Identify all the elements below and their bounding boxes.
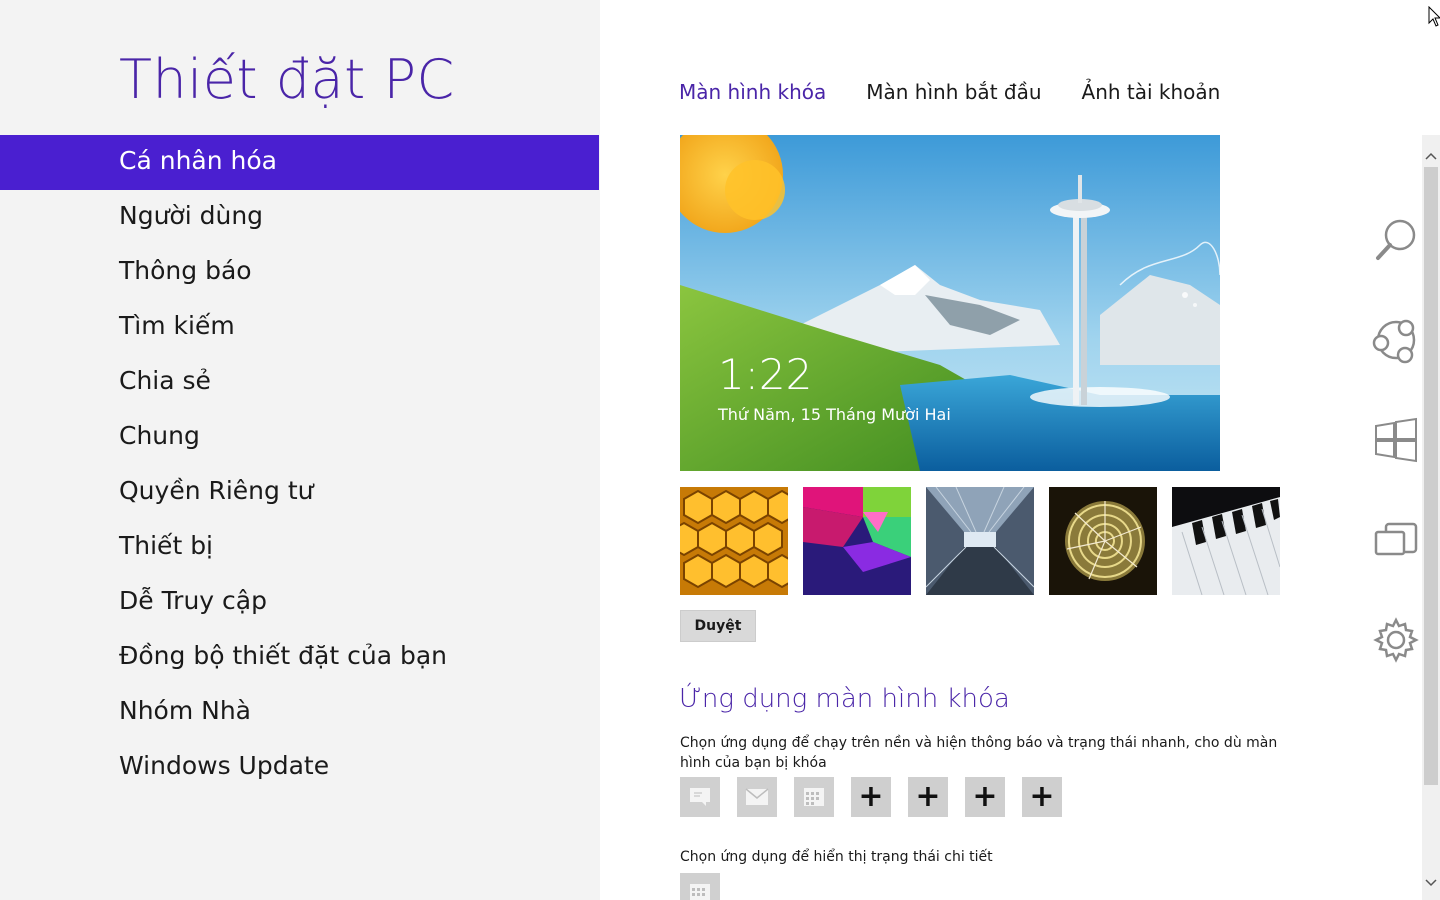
thumbnail-nautilus[interactable]	[1049, 487, 1157, 595]
tab-account-picture[interactable]: Ảnh tài khoản	[1082, 80, 1221, 104]
lock-screen-preview: 1:22 Thứ Năm, 15 Tháng Mười Hai	[680, 135, 1220, 471]
add-lock-app-button-1[interactable]: +	[851, 777, 891, 817]
sidebar-item-share[interactable]: Chia sẻ	[0, 355, 599, 410]
sidebar: Thiết đặt PC Cá nhân hóa Người dùng Thôn…	[0, 0, 600, 900]
detailed-status-app-calendar[interactable]	[680, 873, 720, 900]
nautilus-image	[1049, 487, 1157, 595]
sidebar-item-devices[interactable]: Thiết bị	[0, 520, 599, 575]
tunnel-image	[926, 487, 1034, 595]
page-title: Thiết đặt PC	[119, 48, 455, 111]
sidebar-item-windows-update[interactable]: Windows Update	[0, 740, 599, 795]
messaging-icon	[690, 788, 710, 806]
thumbnail-honeycomb[interactable]	[680, 487, 788, 595]
calendar-icon	[690, 884, 710, 900]
content-pane: Màn hình khóa Màn hình bắt đầu Ảnh tài k…	[600, 0, 1422, 900]
pc-settings-window: Thiết đặt PC Cá nhân hóa Người dùng Thôn…	[0, 0, 1440, 900]
mouse-pointer-icon	[1428, 5, 1440, 28]
lock-apps-title: Ứng dụng màn hình khóa	[679, 684, 1010, 714]
sidebar-item-general[interactable]: Chung	[0, 410, 599, 465]
plus-icon: +	[858, 779, 884, 814]
tab-start-screen[interactable]: Màn hình bắt đầu	[866, 80, 1041, 104]
plus-icon: +	[972, 779, 998, 814]
lock-apps-description: Chọn ứng dụng để chạy trên nền và hiện t…	[680, 735, 1278, 771]
sidebar-item-users[interactable]: Người dùng	[0, 190, 599, 245]
browse-button[interactable]: Duyệt	[680, 610, 756, 642]
geometric-image	[803, 487, 911, 595]
search-charm-icon[interactable]	[1366, 210, 1426, 270]
plus-icon: +	[915, 779, 941, 814]
tab-bar: Màn hình khóa Màn hình bắt đầu Ảnh tài k…	[679, 80, 1220, 104]
calendar-icon	[804, 788, 824, 806]
add-lock-app-button-2[interactable]: +	[908, 777, 948, 817]
lock-app-messaging[interactable]	[680, 777, 720, 817]
settings-charm-gear-icon[interactable]	[1366, 610, 1426, 670]
lock-app-calendar[interactable]	[794, 777, 834, 817]
add-lock-app-button-3[interactable]: +	[965, 777, 1005, 817]
share-charm-icon[interactable]	[1366, 310, 1426, 370]
devices-charm-icon[interactable]	[1366, 510, 1426, 570]
honeycomb-image	[680, 487, 788, 595]
sidebar-item-homegroup[interactable]: Nhóm Nhà	[0, 685, 599, 740]
add-lock-app-button-4[interactable]: +	[1022, 777, 1062, 817]
sidebar-item-search[interactable]: Tìm kiếm	[0, 300, 599, 355]
lock-date: Thứ Năm, 15 Tháng Mười Hai	[718, 405, 951, 424]
thumbnail-tunnel[interactable]	[926, 487, 1034, 595]
sidebar-nav: Cá nhân hóa Người dùng Thông báo Tìm kiế…	[0, 135, 599, 795]
detailed-status-description: Chọn ứng dụng để hiển thị trạng thái chi…	[680, 849, 993, 865]
scroll-up-arrow-icon[interactable]	[1422, 147, 1440, 165]
tab-lock-screen[interactable]: Màn hình khóa	[679, 80, 826, 104]
scroll-down-arrow-icon[interactable]	[1422, 874, 1440, 892]
lock-app-mail[interactable]	[737, 777, 777, 817]
sidebar-item-privacy[interactable]: Quyền Riêng tư	[0, 465, 599, 520]
piano-image	[1172, 487, 1280, 595]
start-charm-windows-icon[interactable]	[1366, 410, 1426, 470]
mail-icon	[745, 788, 769, 805]
thumbnail-piano[interactable]	[1172, 487, 1280, 595]
lock-clock: 1:22	[718, 350, 813, 399]
scroll-thumb[interactable]	[1424, 167, 1438, 785]
lock-app-slots: + + + +	[680, 777, 1062, 817]
background-thumbnails	[680, 487, 1280, 595]
sidebar-item-sync-settings[interactable]: Đồng bộ thiết đặt của bạn	[0, 630, 599, 685]
sidebar-item-personalize[interactable]: Cá nhân hóa	[0, 135, 599, 190]
sidebar-item-notifications[interactable]: Thông báo	[0, 245, 599, 300]
plus-icon: +	[1029, 779, 1055, 814]
thumbnail-geometric[interactable]	[803, 487, 911, 595]
sidebar-item-ease-of-access[interactable]: Dễ Truy cập	[0, 575, 599, 630]
